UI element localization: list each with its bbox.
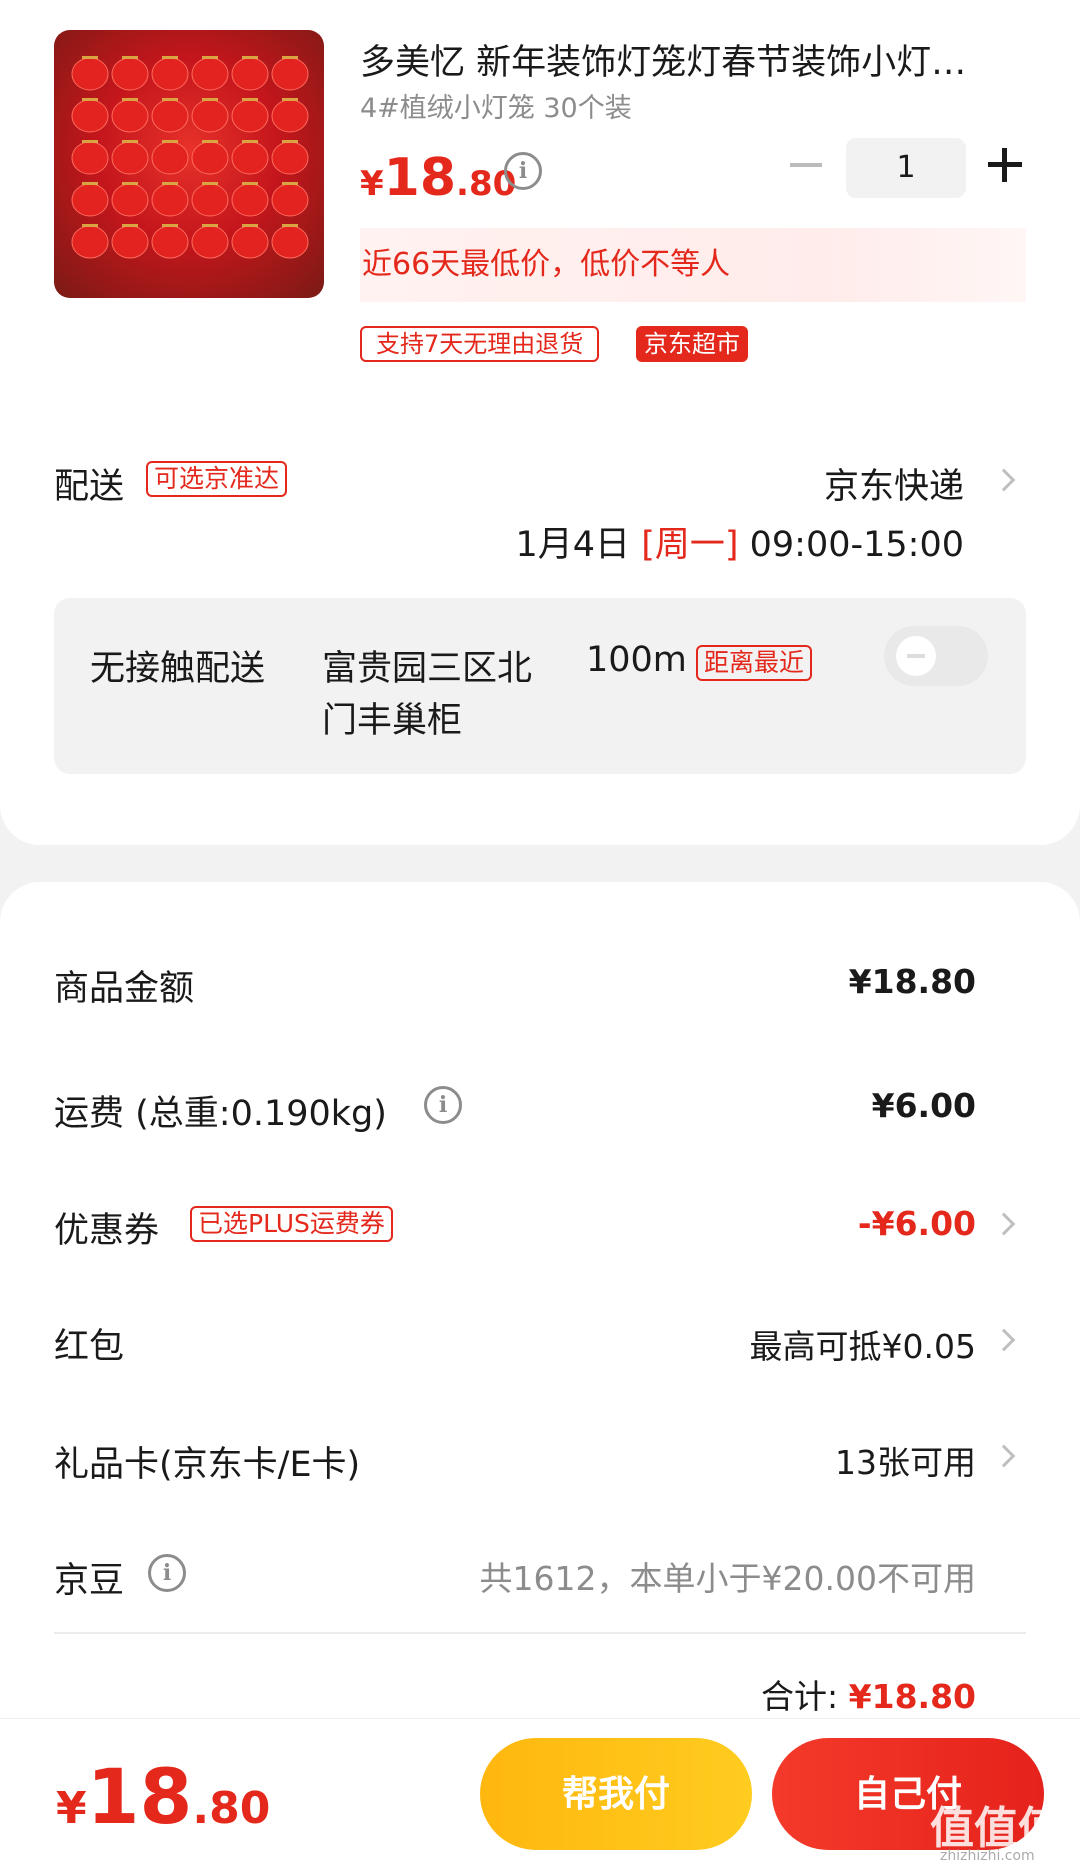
contactless-delivery-toggle[interactable]: [884, 626, 988, 686]
red-packet-label[interactable]: 红包: [54, 1318, 124, 1369]
product-price: ¥18.80: [360, 148, 516, 208]
delivery-schedule[interactable]: 1月4日 [周一] 09:00-15:00: [516, 516, 965, 567]
gift-card-label[interactable]: 礼品卡(京东卡/E卡): [54, 1436, 360, 1487]
coupon-value[interactable]: -¥6.00: [858, 1204, 976, 1243]
contactless-delivery-label: 无接触配送: [90, 649, 266, 689]
total-label: 合计:: [761, 1677, 839, 1716]
quantity-increase-button[interactable]: [988, 148, 1022, 182]
goods-amount-label: 商品金额: [54, 969, 195, 1009]
jingzhunda-badge: 可选京准达: [146, 461, 288, 497]
jd-beans-value: 共1612，本单小于¥20.00不可用: [479, 1559, 976, 1598]
product-spec[interactable]: 4#植绒小灯笼 30个装: [360, 86, 632, 125]
jd-beans-label: 京豆: [54, 1561, 125, 1601]
total-value: ¥18.80: [848, 1677, 976, 1716]
jd-supermarket-tag: 京东超市: [636, 326, 748, 362]
quantity-input[interactable]: 1: [846, 138, 966, 198]
delivery-date: 1月4日: [515, 525, 631, 565]
freight-label: 运费 (总重:0.190kg): [54, 1094, 387, 1134]
freight-info-icon[interactable]: i: [424, 1086, 462, 1124]
toggle-knob: [896, 636, 936, 676]
watermark-logo: 值值值: [930, 1803, 1062, 1854]
red-packet-value[interactable]: 最高可抵¥0.05: [750, 1320, 976, 1368]
price-info-icon[interactable]: i: [504, 152, 542, 190]
gift-card-value[interactable]: 13张可用: [835, 1436, 976, 1484]
coupon-label[interactable]: 优惠券: [54, 1202, 159, 1253]
chevron-right-icon[interactable]: [992, 468, 1016, 492]
price-integer: 18: [383, 148, 457, 208]
delivery-label: 配送: [54, 467, 125, 507]
help-me-pay-button[interactable]: 帮我付: [480, 1738, 752, 1850]
goods-amount-value: ¥18.80: [848, 962, 976, 1001]
return-policy-tag: 支持7天无理由退货: [360, 326, 600, 362]
plus-coupon-badge: 已选PLUS运费券: [190, 1206, 393, 1242]
lowest-price-banner: 近66天最低价，低价不等人: [360, 228, 1026, 302]
checkout-price: ¥18.80: [56, 1752, 270, 1841]
checkout-price-decimal: .80: [192, 1783, 271, 1834]
delivery-time: 09:00-15:00: [749, 525, 964, 565]
lantern-image-icon: [71, 56, 309, 259]
watermark-url: zhizhizhi.com: [940, 1848, 1035, 1864]
freight-value: ¥6.00: [871, 1086, 976, 1125]
checkout-price-integer: 18: [86, 1752, 193, 1841]
order-product-card: 多美忆 新年装饰灯笼灯春节装饰小灯… 4#植绒小灯笼 30个装 ¥18.80 i…: [0, 0, 1080, 845]
jd-beans-info-icon[interactable]: i: [148, 1554, 186, 1592]
pickup-distance: 100m: [586, 640, 687, 680]
delivery-carrier[interactable]: 京东快递: [824, 458, 964, 509]
product-thumbnail[interactable]: [54, 30, 324, 298]
order-total: 合计: ¥18.80: [761, 1670, 976, 1718]
quantity-decrease-button[interactable]: [790, 163, 822, 167]
pickup-location-line2: 门丰巢柜: [322, 701, 463, 741]
nearest-badge: 距离最近: [696, 645, 813, 681]
delivery-weekday: [周一]: [641, 525, 739, 565]
price-currency: ¥: [360, 164, 384, 204]
summary-divider: [54, 1632, 1026, 1634]
checkout-price-currency: ¥: [56, 1783, 87, 1834]
pickup-location-line1: 富贵园三区北: [322, 649, 533, 689]
product-title[interactable]: 多美忆 新年装饰灯笼灯春节装饰小灯…: [360, 34, 1030, 85]
